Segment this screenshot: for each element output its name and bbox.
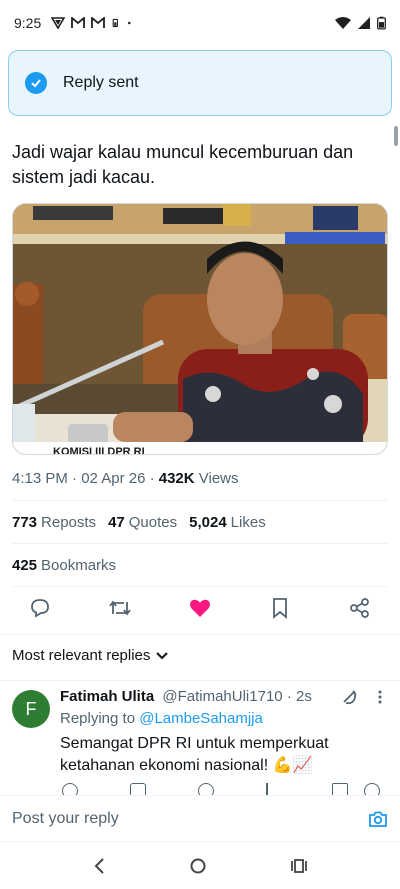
reply-text: Semangat DPR RI untuk memperkuat ketahan…	[60, 735, 329, 774]
replying-to-mention[interactable]: @LambeSahamjja	[139, 710, 263, 727]
share-icon[interactable]	[348, 596, 372, 620]
reply-icon[interactable]	[28, 596, 52, 620]
vpn-icon	[51, 17, 66, 29]
like-icon[interactable]	[198, 783, 214, 795]
reply-header-icons	[340, 688, 382, 706]
chevron-down-icon	[156, 651, 169, 659]
reply-time: · 2s	[286, 688, 312, 705]
bookmark-icon[interactable]	[268, 596, 292, 620]
home-icon[interactable]	[190, 858, 206, 874]
notification-icons	[51, 17, 135, 29]
reply-item[interactable]: F Fatimah Ulita @FatimahUli1710 · 2s Rep…	[0, 680, 400, 795]
scrollbar-thumb[interactable]	[394, 126, 398, 146]
reply-sent-toast[interactable]: Reply sent	[8, 50, 392, 116]
like-icon[interactable]	[188, 596, 212, 620]
reply-actions-row	[60, 783, 380, 795]
quotes-label: Quotes	[128, 514, 178, 531]
more-icon[interactable]	[378, 689, 382, 705]
battery-saver-icon	[112, 18, 119, 28]
dot-icon	[128, 21, 131, 25]
tweet-text: Jadi wajar kalau muncul kecemburuan dan …	[12, 142, 354, 187]
bookmarks-count: 425	[12, 557, 38, 574]
divider	[12, 500, 388, 501]
camera-icon[interactable]	[368, 810, 388, 828]
grok-icon[interactable]	[340, 688, 358, 706]
divider	[12, 586, 388, 587]
reply-compose-bar[interactable]: Post your reply	[0, 795, 400, 841]
reposts-count: 773	[12, 514, 38, 531]
reply-author-handle[interactable]: @FatimahUli1710	[162, 688, 282, 705]
divider	[0, 634, 400, 635]
avatar[interactable]: F	[12, 690, 50, 728]
likes-count: 5,024	[189, 514, 227, 531]
recents-icon[interactable]	[291, 858, 308, 874]
media-caption: KOMISI III DPR RI	[53, 446, 145, 455]
system-icons	[335, 16, 386, 30]
replies-filter-dropdown[interactable]: Most relevant replies	[12, 647, 169, 664]
reply-header: Fatimah Ulita @FatimahUli1710 · 2s	[60, 688, 312, 705]
status-bar: 9:25	[0, 0, 400, 46]
battery-icon	[377, 16, 386, 30]
quotes-count: 47	[108, 514, 125, 531]
likes-stat[interactable]: 5,024 Likes	[189, 514, 266, 531]
gmail-icon	[71, 17, 86, 28]
signal-icon	[358, 17, 370, 29]
divider	[12, 543, 388, 544]
reposts-label: Reposts	[41, 514, 97, 531]
repost-icon[interactable]	[108, 596, 132, 620]
tweet-stats: 773 Reposts 47 Quotes 5,024 Likes	[12, 514, 266, 531]
tweet-actions	[0, 596, 400, 624]
back-icon[interactable]	[93, 857, 105, 874]
likes-label: Likes	[230, 514, 266, 531]
replying-to: Replying to @LambeSahamjja	[60, 710, 263, 727]
bookmarks-label: Bookmarks	[41, 557, 117, 574]
bookmark-icon[interactable]	[332, 783, 348, 795]
tweet-timestamp: 4:13 PM · 02 Apr 26 ·	[12, 470, 159, 487]
reply-icon[interactable]	[62, 783, 78, 795]
reply-input[interactable]: Post your reply	[12, 810, 119, 828]
views-label: Views	[194, 470, 239, 487]
status-time: 9:25	[14, 15, 42, 31]
system-nav-bar	[0, 842, 400, 889]
bookmarks-stat[interactable]: 425 Bookmarks	[12, 557, 116, 574]
quotes-stat[interactable]: 47 Quotes	[108, 514, 177, 531]
views-count: 432K	[158, 470, 195, 487]
media-illustration: KOMISI III DPR RI	[13, 204, 387, 455]
reply-author-name[interactable]: Fatimah Ulita	[60, 688, 154, 705]
tweet-meta: 4:13 PM · 02 Apr 26 · 432K Views	[12, 470, 239, 487]
replies-filter-label: Most relevant replies	[12, 647, 151, 664]
reposts-stat[interactable]: 773 Reposts	[12, 514, 96, 531]
tweet-media-image[interactable]: KOMISI III DPR RI	[12, 203, 388, 455]
share-icon[interactable]	[364, 783, 380, 795]
repost-icon[interactable]	[130, 783, 146, 795]
views-icon[interactable]	[266, 783, 282, 795]
gmail-icon	[91, 17, 106, 28]
toast-label: Reply sent	[63, 74, 139, 91]
wifi-icon	[335, 17, 351, 29]
replying-to-prefix: Replying to	[60, 710, 140, 727]
check-circle-icon	[25, 72, 47, 94]
